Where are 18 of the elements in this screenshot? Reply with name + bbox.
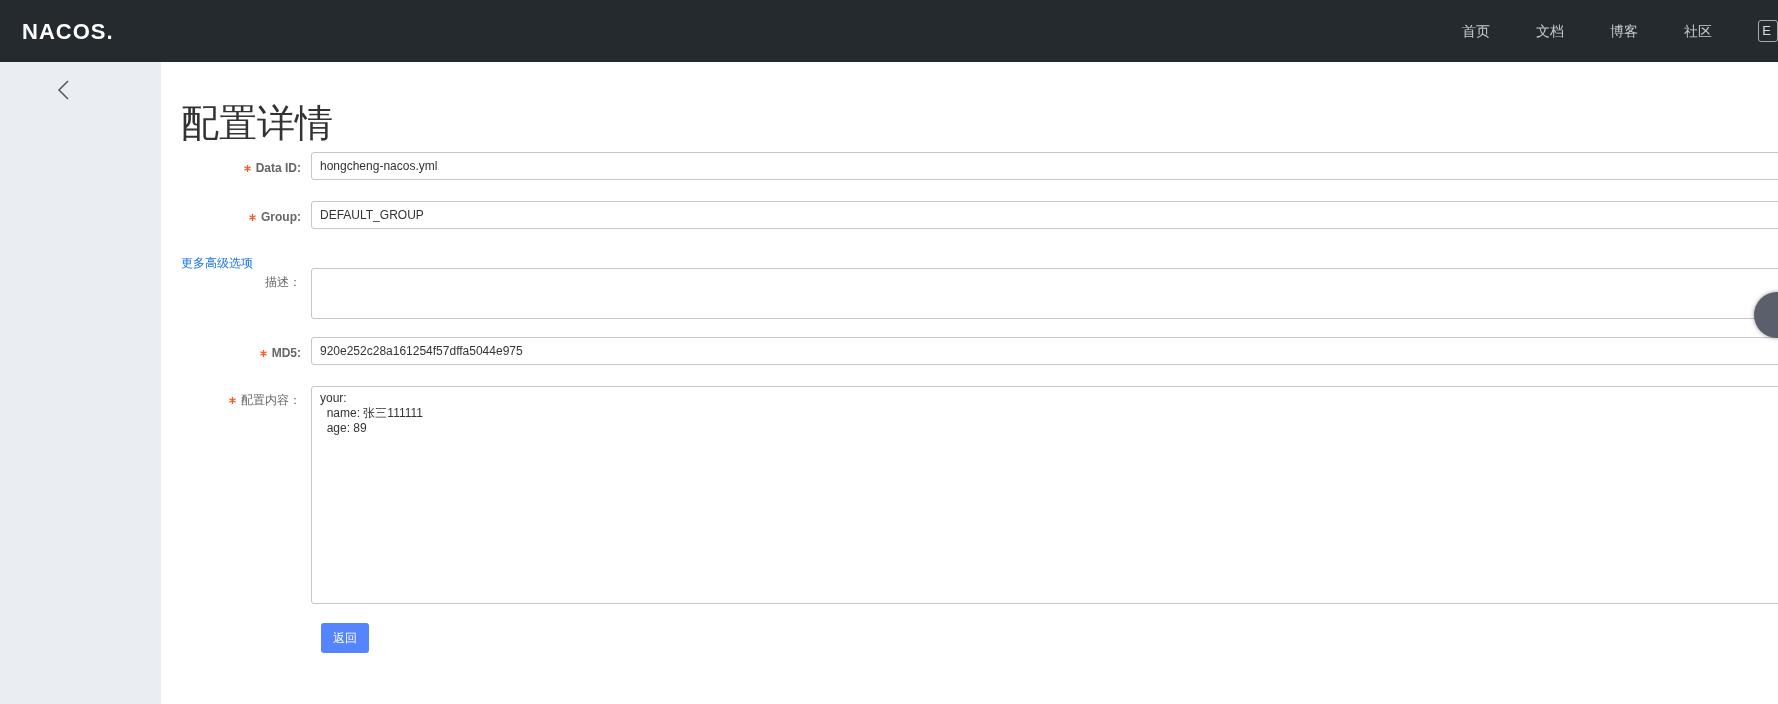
field-label: 配置内容： [241,392,301,409]
content-editor[interactable]: your: name: 张三111111 age: 89 [311,386,1778,604]
input-field[interactable]: 920e252c28a161254f57dffa5044e975 [311,337,1778,365]
field-label: MD5: [271,345,301,362]
nav-link[interactable]: 首页 [1462,20,1491,42]
nav-link[interactable]: 社区 [1684,20,1713,42]
back-icon[interactable] [56,80,69,100]
nav-link[interactable]: 博客 [1610,20,1639,42]
advanced-options-link[interactable]: 更多高级选项 [181,254,253,272]
page-title: 配置详情 [181,101,334,146]
input-field[interactable]: hongcheng-nacos.yml [311,152,1778,180]
language-button[interactable]: E [1758,20,1778,42]
field-label: Group: [261,209,301,226]
nav-link[interactable]: 文档 [1536,20,1565,42]
field-label: 描述： [265,274,301,291]
field-label: Data ID: [255,160,301,177]
logo[interactable]: NACOS. [22,14,114,48]
input-field[interactable]: DEFAULT_GROUP [311,201,1778,229]
